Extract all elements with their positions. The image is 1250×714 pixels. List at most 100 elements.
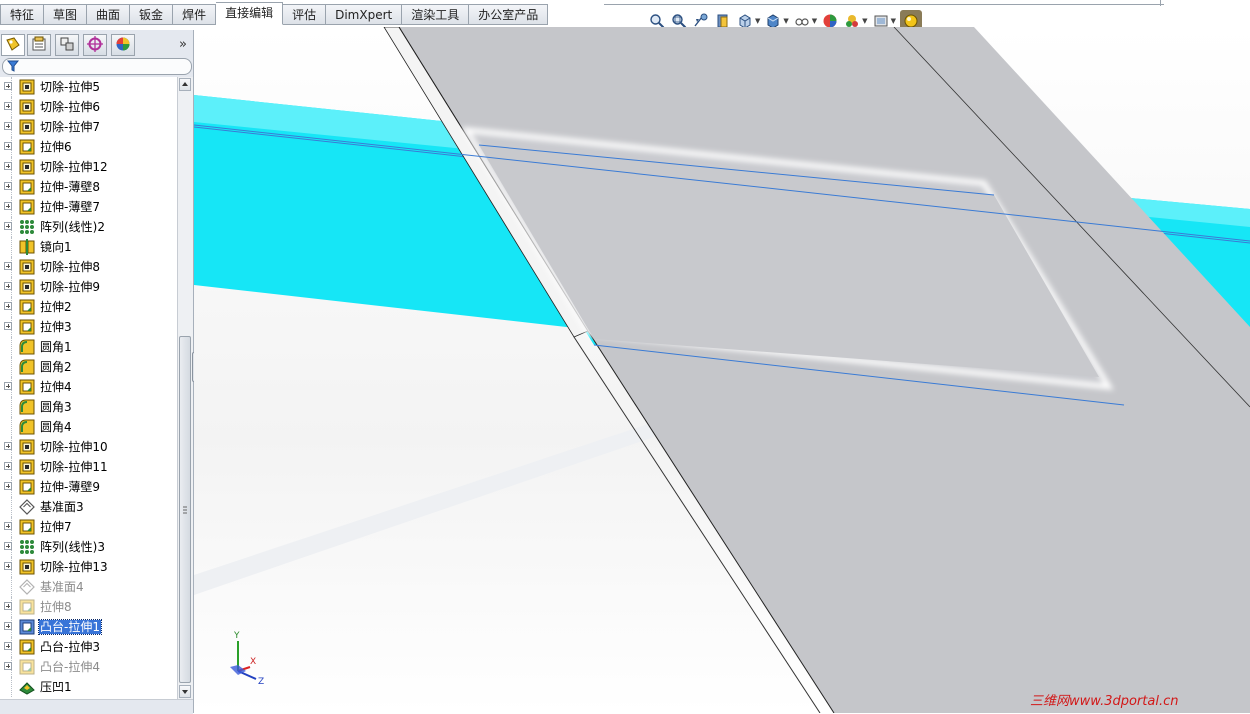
command-tab[interactable]: 焊件 — [173, 4, 217, 25]
tree-item[interactable]: 切除-拉伸5 — [0, 77, 177, 97]
tree-item[interactable]: 凸台-拉伸4 — [0, 657, 177, 677]
tree-item[interactable]: 阵列(线性)3 — [0, 537, 177, 557]
expand-plus-icon[interactable] — [4, 662, 12, 670]
tree-item-label: 基准面4 — [40, 580, 84, 594]
dimxpert-manager-tab[interactable] — [83, 34, 107, 56]
tree-item-label: 拉伸8 — [40, 600, 72, 614]
chevron-down-icon[interactable]: ▼ — [891, 17, 896, 25]
expand-plus-icon[interactable] — [4, 282, 12, 290]
tree-vertical-scrollbar[interactable] — [177, 77, 193, 699]
tree-connector — [11, 497, 18, 517]
tree-connector — [11, 237, 18, 257]
tree-item[interactable]: 拉伸3 — [0, 317, 177, 337]
expand-plus-icon[interactable] — [4, 642, 12, 650]
expand-plus-icon[interactable] — [4, 542, 12, 550]
featuremanager-icon — [5, 36, 21, 55]
tree-item[interactable]: 切除-拉伸10 — [0, 437, 177, 457]
tree-item[interactable]: 基准面4 — [0, 577, 177, 597]
expand-plus-icon[interactable] — [4, 302, 12, 310]
expand-plus-icon[interactable] — [4, 482, 12, 490]
tree-item[interactable]: 拉伸2 — [0, 297, 177, 317]
cut-extrude-icon — [18, 258, 36, 276]
cut-extrude-icon — [18, 98, 36, 116]
tree-connector — [11, 397, 18, 417]
tree-item[interactable]: 压凹1 — [0, 677, 177, 697]
tree-item[interactable]: 圆角3 — [0, 397, 177, 417]
tree-connector — [11, 117, 18, 137]
tree-item[interactable]: 圆角4 — [0, 417, 177, 437]
tree-connector — [11, 317, 18, 337]
tree-item[interactable]: 拉伸4 — [0, 377, 177, 397]
tree-item[interactable]: 圆角2 — [0, 357, 177, 377]
chevron-down-icon[interactable]: ▼ — [755, 17, 760, 25]
chevron-down-icon[interactable]: ▼ — [812, 17, 817, 25]
expand-plus-icon[interactable] — [4, 622, 12, 630]
tree-connector — [11, 517, 18, 537]
tree-item[interactable]: 凸台-拉伸3 — [0, 637, 177, 657]
tree-item[interactable]: 拉伸-薄壁9 — [0, 477, 177, 497]
scroll-down-button[interactable] — [179, 685, 191, 698]
expand-plus-icon[interactable] — [4, 82, 12, 90]
expand-plus-icon[interactable] — [4, 182, 12, 190]
expand-plus-icon[interactable] — [4, 142, 12, 150]
chevron-down-icon[interactable]: ▼ — [862, 17, 867, 25]
tree-item[interactable]: 切除-拉伸7 — [0, 117, 177, 137]
tree-item[interactable]: 切除-拉伸8 — [0, 257, 177, 277]
scroll-thumb[interactable] — [179, 336, 191, 683]
expand-plus-icon[interactable] — [4, 262, 12, 270]
tree-item-label: 切除-拉伸6 — [40, 100, 100, 114]
command-tab[interactable]: 曲面 — [87, 4, 131, 25]
tree-item[interactable]: 拉伸8 — [0, 597, 177, 617]
expand-plus-icon[interactable] — [4, 382, 12, 390]
boss-extrude-icon — [18, 618, 36, 636]
tree-item[interactable]: 拉伸-薄壁8 — [0, 177, 177, 197]
configurationmanager-tab[interactable] — [55, 34, 79, 56]
command-tab[interactable]: 办公室产品 — [469, 4, 549, 25]
tree-item[interactable]: 切除-拉伸12 — [0, 157, 177, 177]
tree-item[interactable]: 切除-拉伸9 — [0, 277, 177, 297]
tree-item[interactable]: 阵列(线性)2 — [0, 217, 177, 237]
tree-item[interactable]: 拉伸-薄壁7 — [0, 197, 177, 217]
tree-item-label: 圆角1 — [40, 340, 72, 354]
tree-item[interactable]: 基准面3 — [0, 497, 177, 517]
tree-item[interactable]: 切除-拉伸13 — [0, 557, 177, 577]
tree-item[interactable]: 拉伸7 — [0, 517, 177, 537]
command-tab[interactable]: 渲染工具 — [402, 4, 470, 25]
tree-connector — [11, 657, 18, 677]
tree-item-label: 阵列(线性)2 — [40, 220, 105, 234]
expand-plus-icon[interactable] — [4, 562, 12, 570]
command-tab[interactable]: 特征 — [0, 4, 45, 25]
fillet-icon — [18, 358, 36, 376]
expand-plus-icon[interactable] — [4, 462, 12, 470]
expand-plus-icon[interactable] — [4, 102, 12, 110]
display-manager-tab[interactable] — [111, 34, 135, 56]
tree-horizontal-scrollbar[interactable] — [0, 699, 193, 714]
expand-plus-icon[interactable] — [4, 322, 12, 330]
expand-plus-icon[interactable] — [4, 522, 12, 530]
expand-plus-icon[interactable] — [4, 222, 12, 230]
command-tab[interactable]: 钣金 — [130, 4, 174, 25]
pane-more-button[interactable]: » — [179, 37, 187, 52]
featuremanager-tab[interactable] — [1, 34, 25, 56]
command-tab[interactable]: 评估 — [283, 4, 327, 25]
command-tab[interactable]: 直接编辑 — [216, 2, 284, 25]
tree-item[interactable]: 拉伸6 — [0, 137, 177, 157]
command-tab[interactable]: DimXpert — [326, 4, 403, 25]
expand-plus-icon[interactable] — [4, 162, 12, 170]
tree-filter-input[interactable] — [2, 58, 192, 75]
tree-item[interactable]: 镜向1 — [0, 237, 177, 257]
expand-plus-icon[interactable] — [4, 602, 12, 610]
propertymanager-tab[interactable] — [27, 34, 51, 56]
scroll-up-button[interactable] — [179, 78, 191, 91]
tree-item[interactable]: 圆角1 — [0, 337, 177, 357]
command-tab[interactable]: 草图 — [44, 4, 88, 25]
tree-item[interactable]: 切除-拉伸6 — [0, 97, 177, 117]
tree-item-label: 拉伸-薄壁9 — [40, 480, 100, 494]
tree-item[interactable]: 凸台-拉伸1 — [0, 617, 177, 637]
tree-item[interactable]: 切除-拉伸11 — [0, 457, 177, 477]
graphics-viewport[interactable]: Y X Z — [194, 27, 1250, 713]
chevron-down-icon[interactable]: ▼ — [783, 17, 788, 25]
expand-plus-icon[interactable] — [4, 202, 12, 210]
expand-plus-icon[interactable] — [4, 122, 12, 130]
expand-plus-icon[interactable] — [4, 442, 12, 450]
